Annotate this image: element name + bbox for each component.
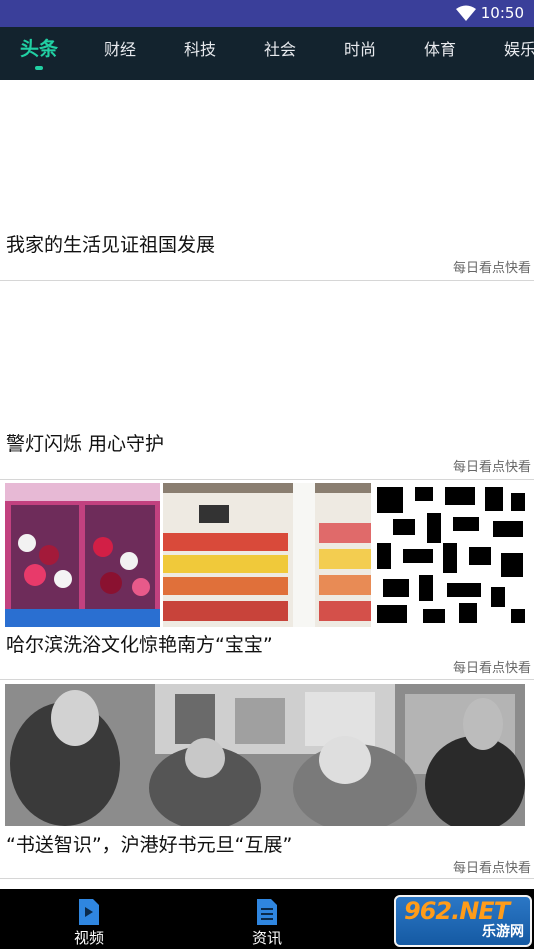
tab-label: 体育 (424, 40, 457, 59)
news-title: 哈尔滨洗浴文化惊艳南方“宝宝” (6, 634, 273, 656)
nav-news[interactable]: 资讯 (212, 889, 322, 949)
tab-entertainment[interactable]: 娱乐 (504, 27, 534, 80)
thumbnail-claw-machine (5, 483, 160, 627)
watermark-site: 乐游网 (482, 924, 524, 940)
tab-label: 头条 (20, 38, 59, 60)
tab-label: 娱乐 (504, 40, 534, 59)
news-item[interactable]: 我家的生活见证祖国发展 每日看点快看 (0, 80, 534, 281)
status-time: 10:50 (480, 4, 524, 22)
tab-society[interactable]: 社会 (264, 27, 296, 80)
wifi-icon (456, 5, 476, 25)
nav-video-label: 视频 (73, 929, 104, 947)
tab-fashion[interactable]: 时尚 (344, 27, 376, 80)
thumbnail-drinks-shelf (163, 483, 371, 627)
news-item[interactable]: 警灯闪烁 用心守护 每日看点快看 (0, 281, 534, 480)
news-item[interactable]: “书送智识”，沪港好书元旦“互展” 每日看点快看 (0, 680, 534, 879)
news-title: “书送智识”，沪港好书元旦“互展” (6, 834, 293, 856)
document-icon (257, 899, 277, 925)
news-title: 警灯闪烁 用心守护 (6, 433, 165, 455)
video-icon (79, 899, 99, 925)
tab-label: 社会 (264, 40, 297, 59)
tab-finance[interactable]: 财经 (104, 27, 136, 80)
news-source: 每日看点快看 (452, 861, 531, 876)
tab-headlines[interactable]: 头条 (20, 27, 58, 80)
watermark-logo: 962.NET 乐游网 (394, 895, 532, 947)
category-tab-bar: 头条 财经 科技 社会 时尚 体育 娱乐 (0, 27, 534, 80)
status-bar: 10:50 (0, 0, 534, 27)
thumbnail-book-fair (5, 684, 525, 826)
tab-label: 财经 (104, 40, 137, 59)
news-title: 我家的生活见证祖国发展 (6, 234, 216, 256)
tab-sports[interactable]: 体育 (424, 27, 456, 80)
news-source: 每日看点快看 (452, 460, 531, 475)
news-source: 每日看点快看 (452, 261, 531, 276)
active-tab-indicator (35, 66, 43, 70)
thumbnail-qr-code (373, 483, 528, 627)
nav-video[interactable]: 视频 (34, 889, 144, 949)
news-source: 每日看点快看 (452, 661, 531, 676)
news-item[interactable]: 哈尔滨洗浴文化惊艳南方“宝宝” 每日看点快看 (0, 480, 534, 680)
tab-label: 科技 (184, 40, 217, 59)
nav-news-label: 资讯 (251, 929, 282, 947)
tab-technology[interactable]: 科技 (184, 27, 216, 80)
tab-label: 时尚 (344, 40, 377, 59)
